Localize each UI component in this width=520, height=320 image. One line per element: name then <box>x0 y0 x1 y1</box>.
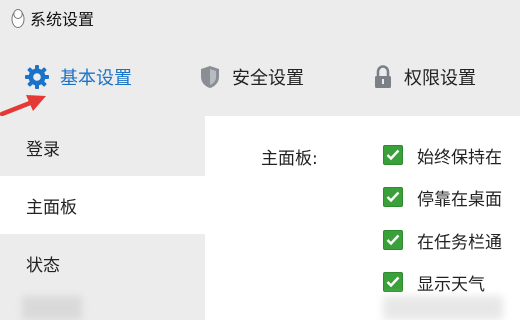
lock-icon <box>372 64 394 90</box>
title-bar: 系统设置 <box>0 0 520 36</box>
option-label: 始终保持在 <box>417 147 502 168</box>
sidebar: 登录 主面板 状态 <box>0 116 205 320</box>
tab-label: 安全设置 <box>232 68 304 89</box>
sidebar-item-login[interactable]: 登录 <box>0 118 205 176</box>
penguin-icon <box>10 7 26 29</box>
tab-basic-settings[interactable]: 基本设置 <box>24 62 132 92</box>
check-icon <box>386 276 400 288</box>
section-label: 主面板: <box>261 149 318 169</box>
sidebar-item-label: 状态 <box>26 255 60 276</box>
option-label: 停靠在桌面 <box>417 189 502 210</box>
option-label: 显示天气 <box>417 274 485 295</box>
tab-permission-settings[interactable]: 权限设置 <box>372 62 476 92</box>
window-title: 系统设置 <box>30 10 95 29</box>
check-icon <box>386 149 400 161</box>
sidebar-item-main-panel[interactable]: 主面板 <box>0 176 205 234</box>
sidebar-item-label: 登录 <box>26 139 60 160</box>
blurred-option <box>383 296 503 320</box>
tab-security-settings[interactable]: 安全设置 <box>198 62 304 92</box>
checkbox[interactable] <box>383 272 403 292</box>
option-dock-desktop[interactable]: 停靠在桌面 <box>383 184 502 210</box>
option-always-on-top[interactable]: 始终保持在 <box>383 142 502 168</box>
checkbox[interactable] <box>383 187 403 207</box>
sidebar-item-label: 主面板 <box>26 197 77 218</box>
settings-content: 主面板: 始终保持在 停靠在桌面 在任务栏通 显示天气 <box>205 116 520 320</box>
tab-label: 权限设置 <box>404 68 476 89</box>
gear-icon <box>24 64 50 90</box>
blurred-sidebar-item <box>22 296 82 320</box>
check-icon <box>386 191 400 203</box>
sidebar-item-status[interactable]: 状态 <box>0 234 205 292</box>
tab-label: 基本设置 <box>60 68 132 89</box>
option-label: 在任务栏通 <box>417 232 502 253</box>
check-icon <box>386 234 400 246</box>
shield-icon <box>198 64 222 90</box>
option-show-weather[interactable]: 显示天气 <box>383 269 485 295</box>
checkbox[interactable] <box>383 145 403 165</box>
tab-bar: 基本设置 安全设置 权限设置 <box>0 36 520 116</box>
option-taskbar-notify[interactable]: 在任务栏通 <box>383 227 502 253</box>
checkbox[interactable] <box>383 230 403 250</box>
